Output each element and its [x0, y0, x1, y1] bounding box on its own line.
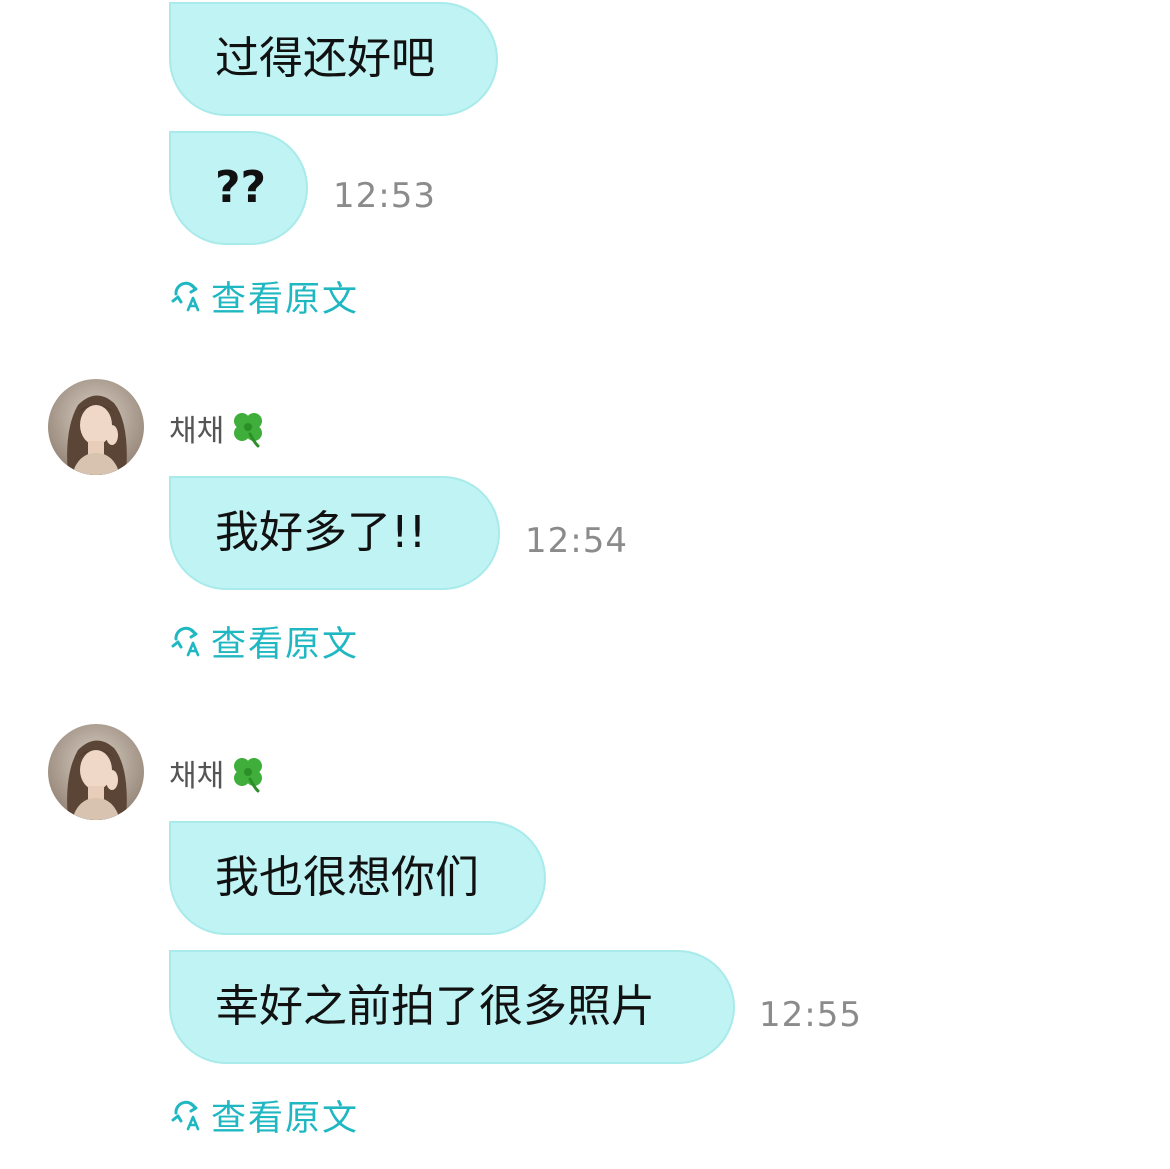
message-bubble[interactable]: 幸好之前拍了很多照片 [169, 950, 735, 1064]
message-bubble[interactable]: ?? [169, 131, 308, 245]
translate-icon [171, 281, 200, 312]
message-bubble[interactable]: 我好多了!! [169, 476, 500, 590]
avatar-image [48, 724, 144, 820]
message-timestamp: 12:54 [525, 521, 628, 561]
message-text: 我好多了!! [215, 507, 427, 558]
message-timestamp: 12:55 [759, 995, 862, 1035]
profile-avatar[interactable] [48, 724, 144, 820]
view-original-label: 查看原文 [211, 624, 360, 665]
view-original-link[interactable]: 查看原文 [169, 621, 359, 665]
message-text: 过得还好吧 [215, 33, 435, 84]
message-timestamp: 12:53 [333, 176, 436, 216]
avatar-image [48, 379, 144, 475]
sender-name: 채채 [169, 759, 225, 794]
message-bubble[interactable]: 过得还好吧 [169, 2, 498, 116]
sender-name-row: 채채 [169, 406, 268, 450]
sender-name: 채채 [169, 414, 225, 449]
view-original-label: 查看原文 [211, 279, 360, 320]
translate-icon [171, 1100, 200, 1131]
four-leaf-clover-icon [234, 413, 263, 448]
sender-name-row: 채채 [169, 751, 268, 795]
view-original-label: 查看原文 [211, 1098, 360, 1139]
message-text: 我也很想你们 [215, 852, 479, 903]
view-original-link[interactable]: 查看原文 [169, 1095, 359, 1139]
view-original-link[interactable]: 查看原文 [169, 276, 359, 320]
message-text: 幸好之前拍了很多照片 [215, 981, 655, 1032]
profile-avatar[interactable] [48, 379, 144, 475]
four-leaf-clover-icon [234, 758, 263, 793]
message-bubble[interactable]: 我也很想你们 [169, 821, 546, 935]
message-text: ?? [215, 162, 267, 213]
translate-icon [171, 626, 200, 657]
